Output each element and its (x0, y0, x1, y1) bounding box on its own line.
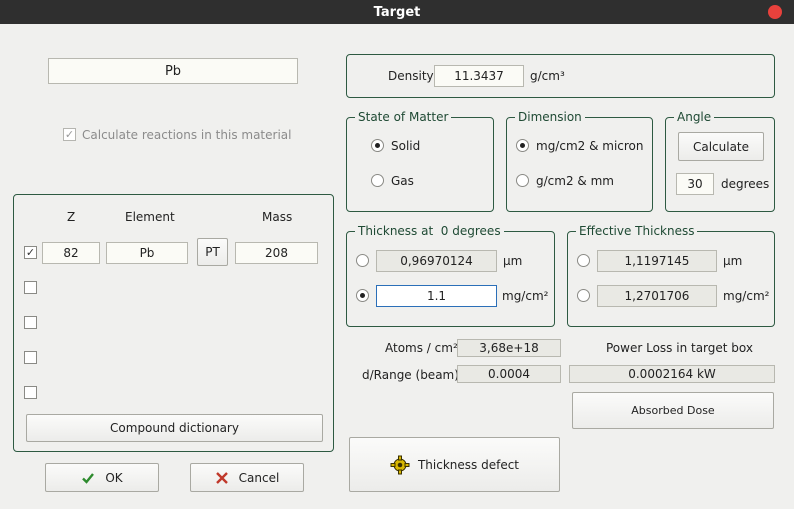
cancel-button[interactable]: Cancel (190, 463, 304, 492)
element-header: Element (125, 210, 175, 224)
ok-label: OK (105, 470, 123, 485)
close-icon[interactable] (768, 5, 782, 19)
thickness-um-field[interactable]: 0,96970124 (376, 250, 497, 272)
element-row-1-element[interactable]: Pb (106, 242, 188, 264)
angle-unit: degrees (721, 177, 770, 191)
element-row-5-checkbox[interactable] (24, 386, 37, 399)
solid-label: Solid (391, 139, 421, 153)
material-name-field[interactable]: Pb (48, 58, 298, 84)
element-row-3-checkbox[interactable] (24, 316, 37, 329)
thickness-mg-radio[interactable] (356, 289, 369, 302)
thickness-group: Thickness at 0 degrees (346, 224, 555, 327)
d-range-value: 0.0004 (457, 365, 561, 383)
angle-title: Angle (674, 110, 715, 124)
effective-mg-field[interactable]: 1,2701706 (597, 285, 717, 307)
effective-mg-radio[interactable] (577, 289, 590, 302)
d-range-label: d/Range (beam) (362, 368, 459, 382)
element-row-4-checkbox[interactable] (24, 351, 37, 364)
atoms-label: Atoms / cm² (385, 341, 458, 355)
compound-dictionary-button[interactable]: Compound dictionary (26, 414, 323, 442)
check-icon (82, 472, 95, 484)
calculate-reactions-label: Calculate reactions in this material (82, 128, 292, 142)
effective-thickness-group: Effective Thickness (567, 224, 775, 327)
thickness-defect-button[interactable]: Thickness defect (349, 437, 560, 492)
mass-header: Mass (262, 210, 293, 224)
element-row-2-checkbox[interactable] (24, 281, 37, 294)
periodic-table-button[interactable]: PT (197, 238, 228, 266)
title-bar: Target (0, 0, 794, 24)
power-loss-label: Power Loss in target box (606, 341, 753, 355)
ok-button[interactable]: OK (45, 463, 159, 492)
effective-um-unit: µm (723, 254, 743, 268)
calculate-reactions-checkbox[interactable]: ✓ (63, 128, 76, 141)
mg-micron-radio[interactable] (516, 139, 529, 152)
thickness-title: Thickness at 0 degrees (355, 224, 504, 238)
angle-input[interactable]: 30 (676, 173, 714, 195)
gear-icon (390, 455, 410, 474)
effective-um-radio[interactable] (577, 254, 590, 267)
element-row-1-checkbox[interactable]: ✓ (24, 246, 37, 259)
calculate-button[interactable]: Calculate (678, 132, 764, 161)
gas-radio[interactable] (371, 174, 384, 187)
density-input[interactable]: 11.3437 (434, 65, 524, 87)
g-mm-label: g/cm2 & mm (536, 174, 614, 188)
z-header: Z (67, 210, 76, 224)
power-loss-value: 0.0002164 kW (569, 365, 775, 383)
element-row-1-z[interactable]: 82 (42, 242, 100, 264)
thickness-um-radio[interactable] (356, 254, 369, 267)
thickness-defect-label: Thickness defect (417, 457, 520, 472)
element-row-1-mass[interactable]: 208 (235, 242, 318, 264)
effective-um-field[interactable]: 1,1197145 (597, 250, 717, 272)
cancel-x-icon (215, 471, 228, 484)
cancel-label: Cancel (238, 470, 280, 485)
density-unit: g/cm³ (530, 69, 565, 83)
dimension-group: Dimension (506, 110, 653, 212)
dimension-title: Dimension (515, 110, 585, 124)
density-label: Density (388, 69, 434, 83)
effective-thickness-title: Effective Thickness (576, 224, 698, 238)
state-of-matter-title: State of Matter (355, 110, 452, 124)
atoms-value: 3,68e+18 (457, 339, 561, 357)
state-of-matter-group: State of Matter (346, 110, 494, 212)
thickness-mg-unit: mg/cm² (502, 289, 549, 303)
g-mm-radio[interactable] (516, 174, 529, 187)
window-title: Target (373, 4, 421, 20)
mg-micron-label: mg/cm2 & micron (536, 139, 644, 153)
solid-radio[interactable] (371, 139, 384, 152)
thickness-mg-input[interactable]: 1.1 (376, 285, 497, 307)
absorbed-dose-button[interactable]: Absorbed Dose (572, 392, 774, 429)
gas-label: Gas (391, 174, 414, 188)
effective-mg-unit: mg/cm² (723, 289, 770, 303)
thickness-um-unit: µm (503, 254, 523, 268)
